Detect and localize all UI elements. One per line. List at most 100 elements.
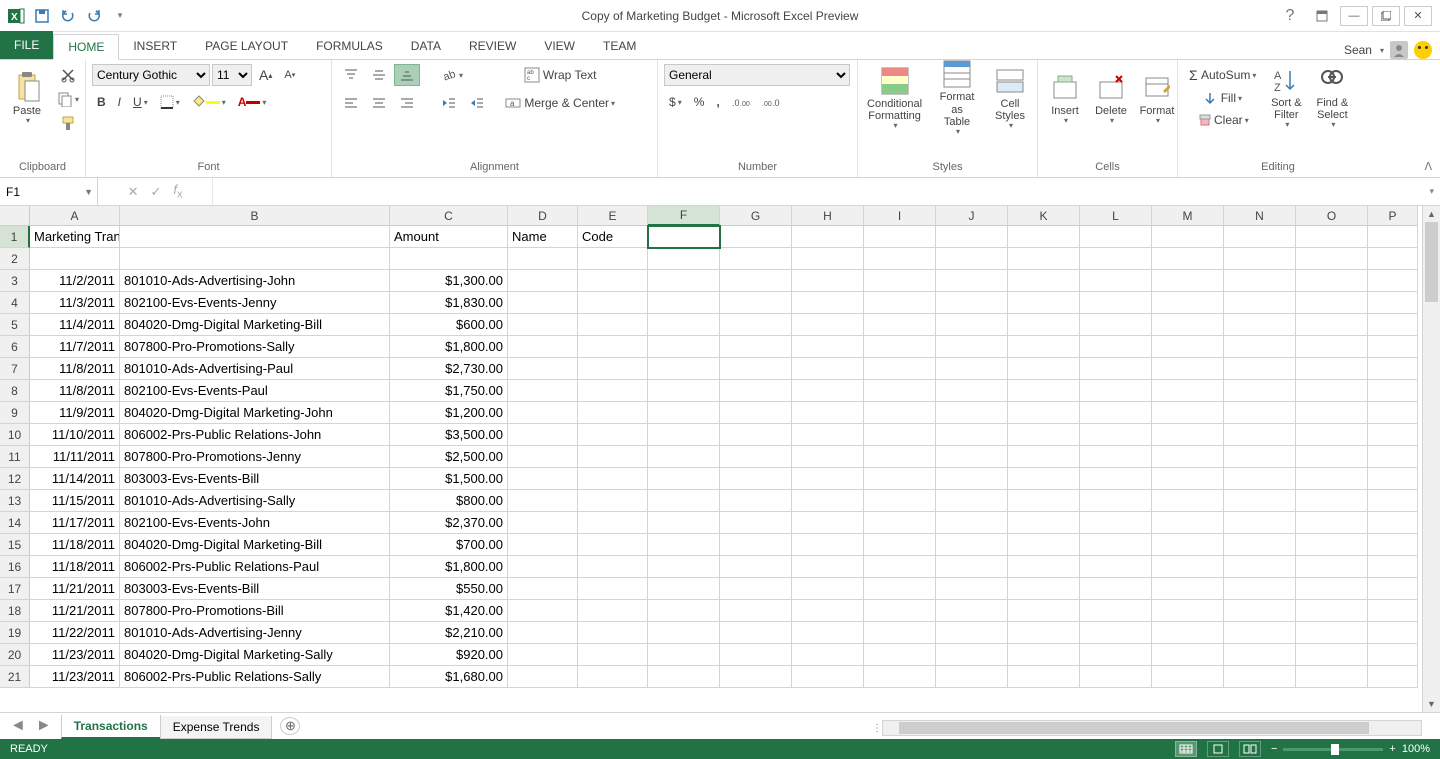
account-name[interactable]: Sean [1344, 43, 1372, 57]
cell-K5[interactable] [1008, 314, 1080, 336]
cell-O17[interactable] [1296, 578, 1368, 600]
cell-M18[interactable] [1152, 600, 1224, 622]
cell-L14[interactable] [1080, 512, 1152, 534]
cell-G4[interactable] [720, 292, 792, 314]
cell-I14[interactable] [864, 512, 936, 534]
cell-G13[interactable] [720, 490, 792, 512]
cell-K3[interactable] [1008, 270, 1080, 292]
cell-C7[interactable]: $2,730.00 [390, 358, 508, 380]
cell-B3[interactable]: 801010-Ads-Advertising-John [120, 270, 390, 292]
cell-H5[interactable] [792, 314, 864, 336]
cell-M3[interactable] [1152, 270, 1224, 292]
orientation-button[interactable]: ab▾ [436, 64, 468, 86]
cell-C3[interactable]: $1,300.00 [390, 270, 508, 292]
merge-center-button[interactable]: a Merge & Center▾ [500, 92, 620, 114]
cell-E10[interactable] [578, 424, 648, 446]
row-header-10[interactable]: 10 [0, 424, 30, 446]
cell-H4[interactable] [792, 292, 864, 314]
cell-F10[interactable] [648, 424, 720, 446]
scroll-up-icon[interactable]: ▲ [1423, 206, 1440, 222]
cell-K4[interactable] [1008, 292, 1080, 314]
cell-M11[interactable] [1152, 446, 1224, 468]
cell-D13[interactable] [508, 490, 578, 512]
cell-C13[interactable]: $800.00 [390, 490, 508, 512]
increase-decimal-button[interactable]: .0.00 [727, 92, 755, 112]
cell-I18[interactable] [864, 600, 936, 622]
cell-M14[interactable] [1152, 512, 1224, 534]
cell-K6[interactable] [1008, 336, 1080, 358]
cell-E18[interactable] [578, 600, 648, 622]
cell-L11[interactable] [1080, 446, 1152, 468]
cell-L13[interactable] [1080, 490, 1152, 512]
cell-G16[interactable] [720, 556, 792, 578]
cell-M20[interactable] [1152, 644, 1224, 666]
row-header-20[interactable]: 20 [0, 644, 30, 666]
cell-C6[interactable]: $1,800.00 [390, 336, 508, 358]
cell-N10[interactable] [1224, 424, 1296, 446]
cell-B21[interactable]: 806002-Prs-Public Relations-Sally [120, 666, 390, 688]
tab-formulas[interactable]: FORMULAS [302, 33, 397, 59]
cell-F9[interactable] [648, 402, 720, 424]
cell-F14[interactable] [648, 512, 720, 534]
cell-G8[interactable] [720, 380, 792, 402]
align-top-button[interactable] [338, 64, 364, 86]
enter-formula-icon[interactable]: ✓ [150, 184, 161, 200]
clear-button[interactable]: Clear▾ [1184, 110, 1261, 130]
insert-cells-button[interactable]: Insert▾ [1044, 64, 1086, 132]
cell-J11[interactable] [936, 446, 1008, 468]
insert-function-icon[interactable]: fx [173, 182, 182, 201]
cell-N14[interactable] [1224, 512, 1296, 534]
cell-E7[interactable] [578, 358, 648, 380]
sort-filter-button[interactable]: AZSort &Filter▾ [1265, 64, 1307, 132]
cell-D10[interactable] [508, 424, 578, 446]
cell-B11[interactable]: 807800-Pro-Promotions-Jenny [120, 446, 390, 468]
cell-J3[interactable] [936, 270, 1008, 292]
cell-D17[interactable] [508, 578, 578, 600]
cell-O6[interactable] [1296, 336, 1368, 358]
row-header-21[interactable]: 21 [0, 666, 30, 688]
cell-B12[interactable]: 803003-Evs-Events-Bill [120, 468, 390, 490]
cell-B16[interactable]: 806002-Prs-Public Relations-Paul [120, 556, 390, 578]
sheet-nav-next-icon[interactable]: ► [36, 717, 52, 735]
cell-P16[interactable] [1368, 556, 1418, 578]
cell-M12[interactable] [1152, 468, 1224, 490]
cell-D2[interactable] [508, 248, 578, 270]
undo-icon[interactable] [56, 4, 80, 28]
cell-J4[interactable] [936, 292, 1008, 314]
close-button[interactable]: ✕ [1404, 6, 1432, 26]
row-header-5[interactable]: 5 [0, 314, 30, 336]
cell-A21[interactable]: 11/23/2011 [30, 666, 120, 688]
row-header-6[interactable]: 6 [0, 336, 30, 358]
cell-J6[interactable] [936, 336, 1008, 358]
cell-G18[interactable] [720, 600, 792, 622]
cell-F6[interactable] [648, 336, 720, 358]
cell-M15[interactable] [1152, 534, 1224, 556]
cell-F12[interactable] [648, 468, 720, 490]
cell-D3[interactable] [508, 270, 578, 292]
italic-button[interactable]: I [113, 92, 126, 112]
align-bottom-button[interactable] [394, 64, 420, 86]
cell-F2[interactable] [648, 248, 720, 270]
cell-O18[interactable] [1296, 600, 1368, 622]
cell-B2[interactable] [120, 248, 390, 270]
cell-K14[interactable] [1008, 512, 1080, 534]
cell-H8[interactable] [792, 380, 864, 402]
cell-B5[interactable]: 804020-Dmg-Digital Marketing-Bill [120, 314, 390, 336]
cell-E2[interactable] [578, 248, 648, 270]
cell-E13[interactable] [578, 490, 648, 512]
cell-D11[interactable] [508, 446, 578, 468]
cell-H20[interactable] [792, 644, 864, 666]
cell-K21[interactable] [1008, 666, 1080, 688]
cell-D5[interactable] [508, 314, 578, 336]
cell-K11[interactable] [1008, 446, 1080, 468]
cell-J5[interactable] [936, 314, 1008, 336]
cell-C21[interactable]: $1,680.00 [390, 666, 508, 688]
zoom-out-button[interactable]: − [1271, 743, 1277, 755]
cell-A6[interactable]: 11/7/2011 [30, 336, 120, 358]
cell-L16[interactable] [1080, 556, 1152, 578]
cell-H19[interactable] [792, 622, 864, 644]
cell-C1[interactable]: Amount [390, 226, 508, 248]
align-center-button[interactable] [366, 92, 392, 114]
row-header-14[interactable]: 14 [0, 512, 30, 534]
cell-O21[interactable] [1296, 666, 1368, 688]
